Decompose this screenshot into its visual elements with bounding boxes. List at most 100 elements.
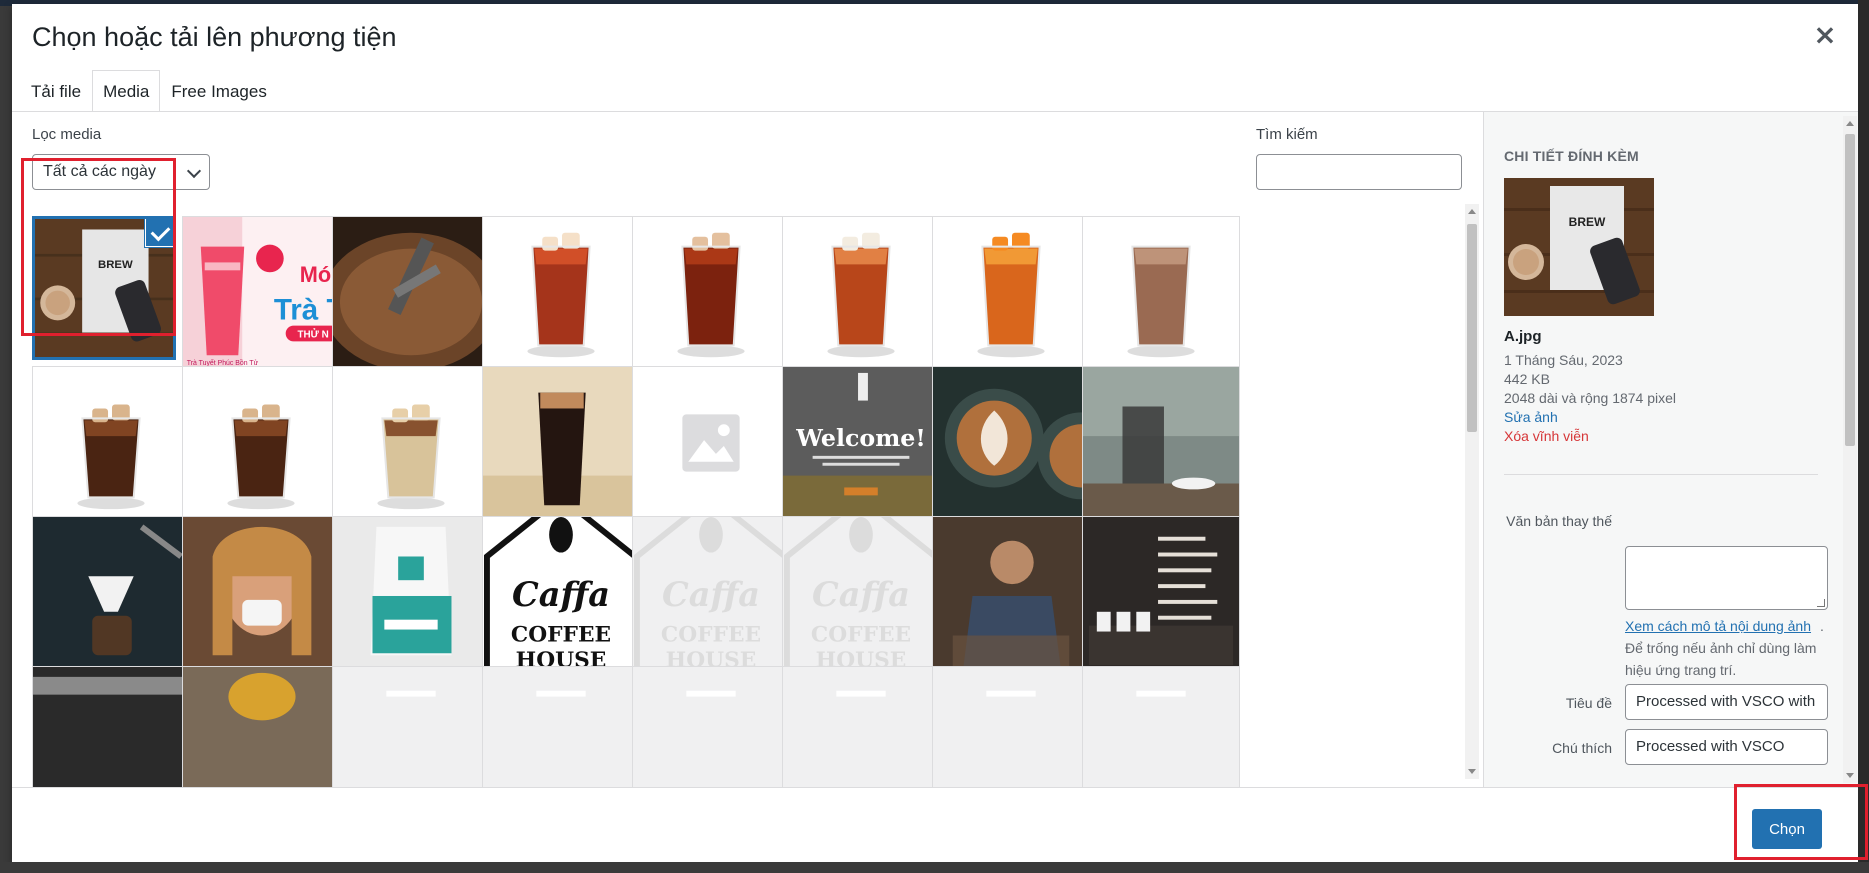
media-item-menu-board[interactable] — [1082, 516, 1240, 674]
media-item-coffee-bag[interactable] — [332, 516, 490, 674]
media-item-person-hat[interactable] — [182, 666, 340, 787]
media-item-caffa-logo-light-1[interactable]: Caffa COFFEE HOUSE — [632, 516, 790, 674]
search-label: Tìm kiếm — [1256, 126, 1318, 143]
details-thumbnail: BREW — [1504, 178, 1654, 316]
media-item-loading-6[interactable] — [1082, 666, 1240, 787]
media-item-espresso-machine[interactable] — [32, 666, 190, 787]
filter-label: Lọc media — [32, 126, 102, 143]
alt-help-link[interactable]: Xem cách mô tả nội dung ảnh — [1625, 618, 1811, 634]
grid-scrollbar[interactable] — [1465, 204, 1479, 779]
title-field[interactable]: Processed with VSCO with — [1625, 684, 1828, 720]
logo-line-1: COFFEE — [661, 622, 761, 647]
media-item-iced-coffee-milk[interactable] — [332, 366, 490, 524]
banner-tag: THỬ N — [298, 328, 329, 340]
resize-grip-icon[interactable] — [1817, 599, 1825, 607]
media-item-iced-coffee-1[interactable] — [32, 366, 190, 524]
media-item-caffa-logo-light-2[interactable]: Caffa COFFEE HOUSE — [782, 516, 940, 674]
iced-tea-lychee-image — [783, 217, 939, 373]
welcome-screenshot-image: Welcome! — [783, 367, 939, 523]
media-item-coffee-roaster[interactable] — [332, 216, 490, 374]
details-filename: A.jpg — [1504, 328, 1542, 345]
scroll-up-icon[interactable] — [1846, 121, 1854, 126]
loading-2-image — [483, 667, 639, 787]
alt-help-text: Để trống nếu ảnh chỉ dùng làm hiệu ứng t… — [1625, 640, 1817, 678]
media-modal: Chọn hoặc tải lên phương tiện × Tải file… — [12, 4, 1858, 862]
media-item-tra-trai-cay-banner[interactable]: Mó Trà T THỬ N Trà Tuyết Phúc Bồn Tử — [182, 216, 340, 374]
media-item-loading-1[interactable] — [332, 666, 490, 787]
modal-toolbar: Chọn — [12, 787, 1858, 862]
logo-wordmark: Caffa — [812, 574, 910, 614]
coffee-bag-image — [333, 517, 489, 673]
media-item-loading-5[interactable] — [932, 666, 1090, 787]
menu-board-image — [1083, 517, 1239, 673]
media-item-iced-tea-1[interactable] — [482, 216, 640, 374]
chevron-down-icon — [186, 163, 202, 179]
details-heading: CHI TIẾT ĐÍNH KÈM — [1504, 148, 1639, 164]
caffa-logo-light-2-image: Caffa COFFEE HOUSE — [783, 517, 939, 673]
scroll-down-icon[interactable] — [1846, 773, 1854, 778]
caption-label: Chú thích — [1552, 740, 1612, 756]
caffa-logo-light-1-image: Caffa COFFEE HOUSE — [633, 517, 789, 673]
media-item-loading-3[interactable] — [632, 666, 790, 787]
media-item-iced-tea-lychee[interactable] — [782, 216, 940, 374]
alt-text-field[interactable] — [1625, 546, 1828, 610]
welcome-text: Welcome! — [795, 424, 926, 452]
latte-art-image — [933, 367, 1089, 523]
close-icon[interactable]: × — [1810, 20, 1840, 50]
delete-permanently-link[interactable]: Xóa vĩnh viễn — [1504, 428, 1589, 444]
loading-1-image — [333, 667, 489, 787]
search-input[interactable] — [1256, 154, 1462, 190]
caption-field[interactable]: Processed with VSCO — [1625, 729, 1828, 765]
woman-drinking-image — [183, 517, 339, 673]
details-scrollbar[interactable] — [1843, 116, 1857, 783]
details-thumb-text: BREW — [1569, 215, 1606, 229]
banner-title: Trà T — [274, 294, 339, 327]
media-item-iced-milk-coffee[interactable] — [1082, 216, 1240, 374]
tra-trai-cay-banner-image: Mó Trà T THỬ N Trà Tuyết Phúc Bồn Tử — [183, 217, 339, 373]
person-hat-image — [183, 667, 339, 787]
pour-over-image — [33, 517, 189, 673]
logo-line-1: COFFEE — [811, 622, 911, 647]
media-item-french-press-cafe[interactable] — [1082, 366, 1240, 524]
details-dimensions: 2048 dài và rộng 1874 pixel — [1504, 390, 1677, 406]
date-filter-select[interactable]: Tất cả các ngày — [32, 154, 210, 190]
iced-coffee-wood-image — [483, 367, 639, 523]
caffa-logo-black-image: Caffa COFFEE HOUSE — [483, 517, 639, 673]
iced-coffee-1-image — [33, 367, 189, 523]
espresso-machine-image — [33, 667, 189, 787]
tab-media[interactable]: Media — [92, 70, 161, 112]
media-item-caffa-logo-black[interactable]: Caffa COFFEE HOUSE — [482, 516, 640, 674]
checkmark-icon[interactable] — [145, 219, 173, 247]
media-item-iced-coffee-2[interactable] — [182, 366, 340, 524]
iced-milk-coffee-image — [1083, 217, 1239, 373]
loading-6-image — [1083, 667, 1239, 787]
scroll-thumb[interactable] — [1845, 134, 1855, 446]
media-item-welcome-screenshot[interactable]: Welcome! — [782, 366, 940, 524]
coffee-roaster-image — [333, 217, 489, 373]
media-item-iced-tea-peach[interactable] — [932, 216, 1090, 374]
french-press-cafe-image — [1083, 367, 1239, 523]
modal-title: Chọn hoặc tải lên phương tiện — [32, 22, 397, 52]
scroll-thumb[interactable] — [1467, 224, 1477, 432]
loading-3-image — [633, 667, 789, 787]
scroll-up-icon[interactable] — [1468, 209, 1476, 214]
tab-upload[interactable]: Tải file — [20, 70, 92, 112]
loading-4-image — [783, 667, 939, 787]
details-filesize: 442 KB — [1504, 371, 1550, 387]
media-item-loading-4[interactable] — [782, 666, 940, 787]
media-item-barista[interactable] — [932, 516, 1090, 674]
scroll-down-icon[interactable] — [1468, 769, 1476, 774]
tab-free-images[interactable]: Free Images — [160, 70, 277, 112]
media-item-iced-tea-2[interactable] — [632, 216, 790, 374]
media-item-pour-over[interactable] — [32, 516, 190, 674]
media-item-placeholder-image[interactable] — [632, 366, 790, 524]
title-label: Tiêu đề — [1565, 695, 1612, 711]
media-item-latte-art[interactable] — [932, 366, 1090, 524]
iced-coffee-2-image — [183, 367, 339, 523]
media-item-iced-coffee-wood[interactable] — [482, 366, 640, 524]
media-item-brew-book-phone[interactable]: BREW — [32, 216, 176, 360]
media-item-woman-drinking[interactable] — [182, 516, 340, 674]
select-button[interactable]: Chọn — [1752, 809, 1822, 849]
media-item-loading-2[interactable] — [482, 666, 640, 787]
edit-image-link[interactable]: Sửa ảnh — [1504, 409, 1558, 425]
